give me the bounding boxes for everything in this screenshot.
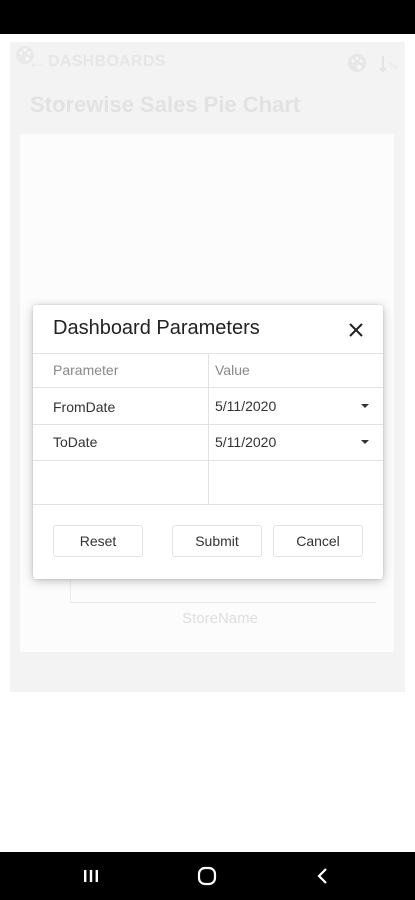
back-button[interactable]: ← DASHBOARDS xyxy=(12,44,166,80)
todate-dropdown[interactable]: 5/11/2020 xyxy=(209,425,383,459)
column-header-value: Value xyxy=(215,362,250,378)
submit-button[interactable]: Submit xyxy=(172,525,262,557)
dashboard-parameters-dialog: Dashboard Parameters Parameter Value Fro… xyxy=(33,305,383,579)
parameter-name: FromDate xyxy=(53,399,116,415)
back-arrow-icon: ← xyxy=(28,51,46,72)
recents-button[interactable] xyxy=(76,864,106,888)
back-label: DASHBOARDS xyxy=(48,53,166,70)
home-icon xyxy=(197,866,217,886)
fromdate-dropdown[interactable]: 5/11/2020 xyxy=(209,389,383,423)
reset-button[interactable]: Reset xyxy=(53,525,143,557)
parameter-value: 5/11/2020 xyxy=(215,398,277,414)
cancel-button[interactable]: Cancel xyxy=(273,525,363,557)
x-axis-label: StoreName xyxy=(182,610,258,627)
page-title: Storewise Sales Pie Chart xyxy=(30,92,301,117)
palette-icon[interactable] xyxy=(346,52,368,79)
chart-axis-line xyxy=(70,602,376,603)
status-bar xyxy=(0,0,415,34)
back-nav-button[interactable] xyxy=(308,864,338,888)
recents-icon xyxy=(84,870,98,882)
sort-icon[interactable]: % xyxy=(378,54,400,79)
parameter-name: ToDate xyxy=(53,434,98,450)
dialog-title: Dashboard Parameters xyxy=(53,317,260,339)
parameters-table: Parameter Value FromDate 5/11/2020 ToDat… xyxy=(33,353,383,505)
svg-text:%: % xyxy=(389,61,397,71)
dropdown-caret-icon xyxy=(361,440,369,444)
back-icon xyxy=(317,868,327,884)
close-button[interactable] xyxy=(345,319,367,341)
dropdown-caret-icon xyxy=(361,404,369,408)
system-navigation-bar xyxy=(0,852,415,900)
app-header: ← DASHBOARDS % xyxy=(12,44,404,80)
parameter-value: 5/11/2020 xyxy=(215,434,277,450)
home-button[interactable] xyxy=(192,864,222,888)
close-icon xyxy=(349,323,363,337)
column-header-parameter: Parameter xyxy=(53,362,119,378)
